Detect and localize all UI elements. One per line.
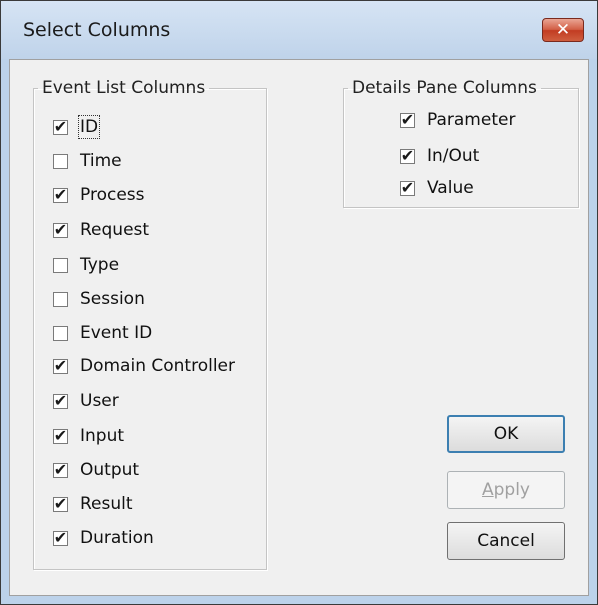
checkbox-label: In/Out — [427, 146, 480, 166]
title-bar[interactable]: Select Columns ✕ — [1, 1, 597, 59]
dialog-title: Select Columns — [23, 19, 171, 41]
checkbox-label: Value — [427, 178, 474, 198]
checkbox-box[interactable]: ✔ — [53, 220, 68, 239]
checkbox-box[interactable] — [53, 325, 68, 341]
checkbox-user[interactable]: ✔ User — [53, 389, 119, 413]
close-icon: ✕ — [555, 19, 571, 40]
ok-button[interactable]: OK — [447, 415, 565, 453]
checkbox-label: Input — [80, 426, 125, 446]
cancel-button[interactable]: Cancel — [447, 522, 565, 560]
checkbox-domain-controller[interactable]: ✔ Domain Controller — [53, 354, 235, 378]
checkbox-label: Event ID — [80, 323, 153, 343]
check-mark-icon: ✔ — [53, 391, 68, 410]
check-mark-icon: ✔ — [53, 528, 68, 547]
checkbox-box[interactable]: ✔ — [400, 110, 415, 129]
check-mark-icon: ✔ — [400, 146, 415, 165]
check-mark-icon: ✔ — [53, 185, 68, 204]
checkbox-parameter[interactable]: ✔ Parameter — [400, 108, 515, 132]
check-mark-icon: ✔ — [53, 426, 68, 445]
checkbox-label: User — [80, 391, 119, 411]
checkbox-type[interactable]: Type — [53, 253, 119, 277]
checkbox-box[interactable]: ✔ — [53, 426, 68, 445]
checkbox-label: Time — [80, 151, 122, 171]
close-button[interactable]: ✕ — [542, 18, 584, 42]
checkbox-time[interactable]: Time — [53, 149, 122, 173]
checkbox-label: Result — [80, 494, 133, 514]
checkbox-box[interactable]: ✔ — [53, 391, 68, 410]
checkbox-box[interactable] — [53, 291, 68, 307]
checkbox-output[interactable]: ✔ Output — [53, 458, 139, 482]
checkbox-process[interactable]: ✔ Process — [53, 183, 145, 207]
checkbox-box[interactable]: ✔ — [400, 178, 415, 197]
checkbox-request[interactable]: ✔ Request — [53, 218, 149, 242]
check-mark-icon: ✔ — [53, 220, 68, 239]
dialog-client-area: Event List Columns Details Pane Columns … — [9, 59, 589, 596]
checkbox-label: Duration — [80, 528, 154, 548]
checkbox-input[interactable]: ✔ Input — [53, 424, 124, 448]
check-mark-icon: ✔ — [53, 494, 68, 513]
checkbox-label: Process — [80, 185, 145, 205]
checkbox-session[interactable]: Session — [53, 287, 145, 311]
checkbox-label: Domain Controller — [80, 356, 235, 376]
apply-button[interactable]: Apply — [447, 471, 565, 509]
checkbox-box[interactable] — [53, 153, 68, 169]
apply-label: pply — [493, 480, 530, 500]
checkbox-box[interactable]: ✔ — [53, 494, 68, 513]
checkbox-value[interactable]: ✔ Value — [400, 176, 474, 200]
checkbox-result[interactable]: ✔ Result — [53, 492, 133, 516]
checkbox-box[interactable]: ✔ — [53, 528, 68, 547]
checkbox-label: Parameter — [427, 110, 516, 130]
checkbox-event-id[interactable]: Event ID — [53, 321, 152, 345]
check-mark-icon: ✔ — [53, 460, 68, 479]
select-columns-dialog: Select Columns ✕ Event List Columns Deta… — [0, 0, 598, 605]
checkbox-label: Request — [80, 220, 150, 240]
checkbox-label: ID — [77, 115, 101, 139]
apply-accelerator: A — [481, 480, 494, 500]
check-mark-icon: ✔ — [53, 356, 68, 375]
checkbox-label: Type — [80, 255, 120, 275]
event-list-columns-legend: Event List Columns — [42, 78, 206, 98]
checkbox-box[interactable]: ✔ — [53, 460, 68, 479]
checkbox-duration[interactable]: ✔ Duration — [53, 526, 154, 550]
checkbox-box[interactable]: ✔ — [53, 356, 68, 375]
check-mark-icon: ✔ — [400, 178, 415, 197]
details-pane-columns-legend: Details Pane Columns — [352, 78, 537, 98]
checkbox-box[interactable] — [53, 257, 68, 273]
checkbox-box[interactable]: ✔ — [53, 185, 68, 204]
checkbox-label: Output — [80, 460, 140, 480]
checkbox-label: Session — [80, 289, 145, 309]
checkbox-box[interactable]: ✔ — [53, 117, 68, 136]
checkbox-box[interactable]: ✔ — [400, 146, 415, 165]
check-mark-icon: ✔ — [400, 110, 415, 129]
checkbox-id[interactable]: ✔ ID — [53, 115, 101, 139]
check-mark-icon: ✔ — [53, 117, 68, 136]
checkbox-in-out[interactable]: ✔ In/Out — [400, 144, 479, 168]
